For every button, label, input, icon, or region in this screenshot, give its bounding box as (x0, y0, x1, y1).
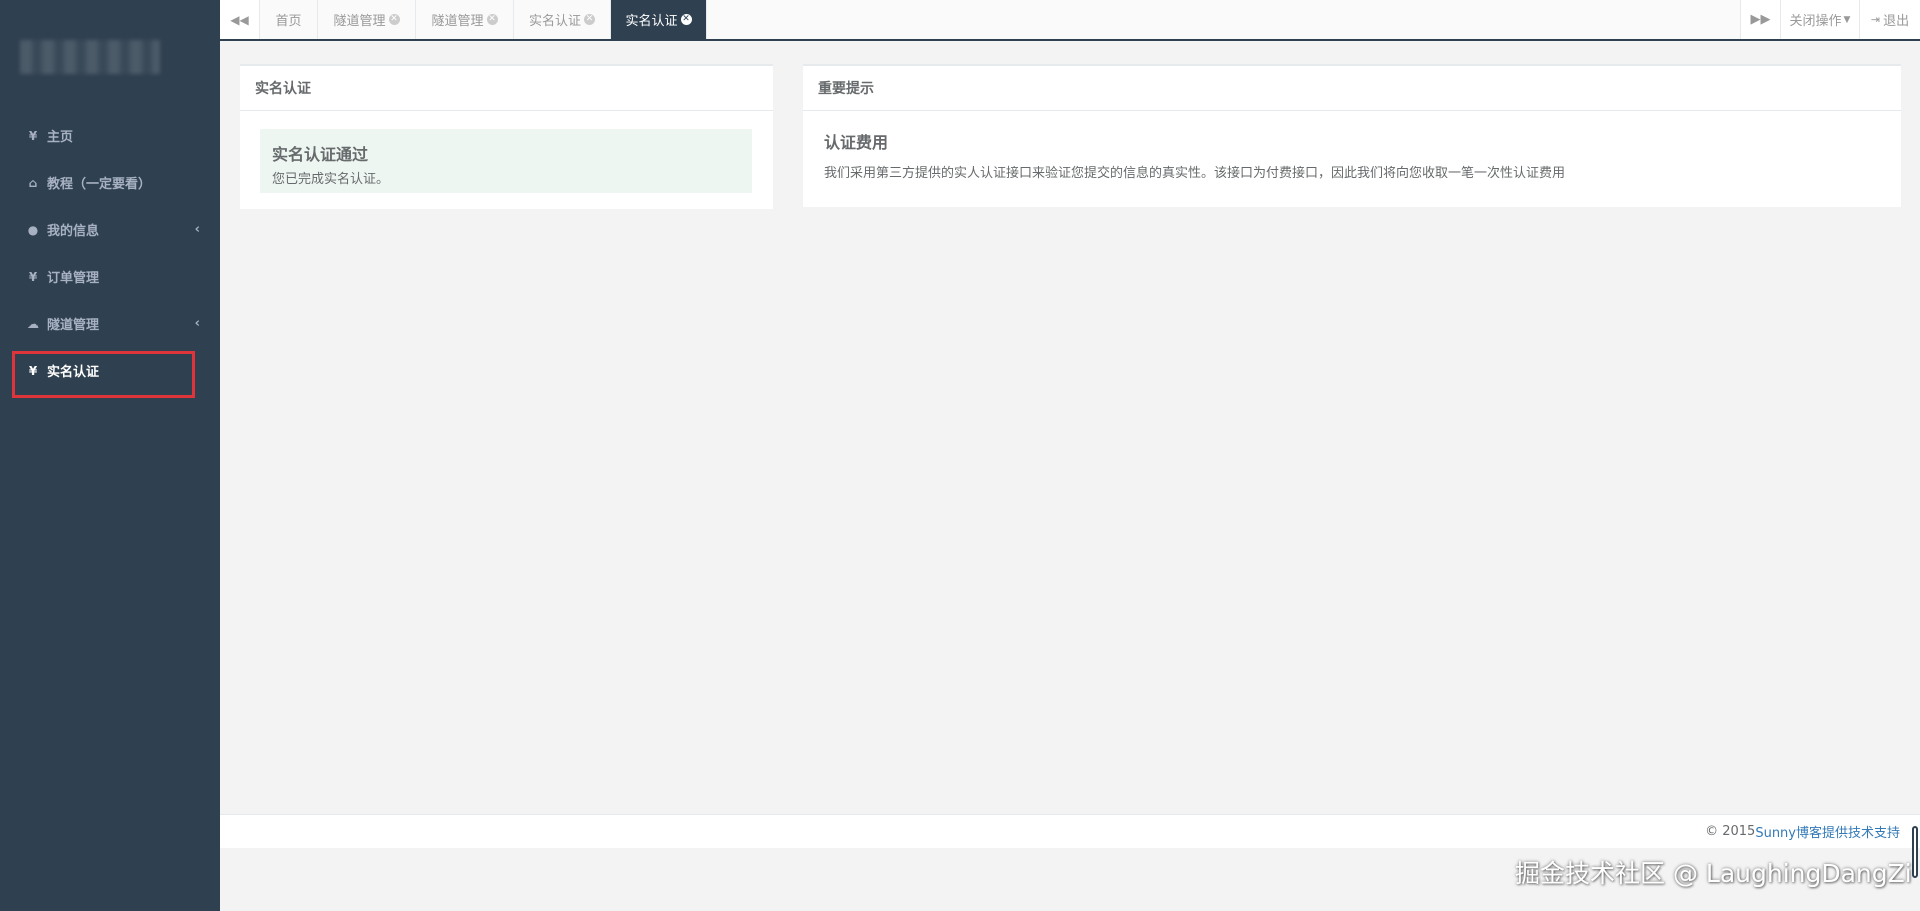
yen-icon: ¥ (28, 269, 38, 284)
tab-label: 隧道管理 (431, 14, 484, 29)
panel-title: 实名认证 (240, 66, 773, 111)
tab-label: 实名认证 (625, 14, 678, 29)
tab-bar: ◀◀ 首页 隧道管理 ✕ 隧道管理 ✕ 实名认证 ✕ 实名认证 ✕ ▶▶ 关闭操… (220, 0, 1920, 41)
tab-label: 首页 (275, 14, 302, 29)
tab-tunnels-2[interactable]: 隧道管理 ✕ (416, 0, 514, 39)
sidebar-item-real-name-auth[interactable]: ¥ 实名认证 (0, 347, 220, 398)
alert-text: 您已完成实名认证。 (272, 172, 390, 187)
scroll-tabs-left-button[interactable]: ◀◀ (220, 0, 260, 39)
close-tab-icon[interactable]: ✕ (680, 14, 692, 25)
close-tab-icon[interactable]: ✕ (388, 14, 400, 25)
tab-label: 实名认证 (528, 14, 581, 29)
tab-label: 隧道管理 (333, 14, 386, 29)
close-tab-icon[interactable]: ✕ (486, 14, 498, 25)
tab-tunnels-1[interactable]: 隧道管理 ✕ (318, 0, 416, 39)
blurred-username (20, 40, 160, 74)
chevron-left-icon: ‹ (194, 316, 200, 331)
success-alert: 实名认证通过 您已完成实名认证。 (260, 129, 752, 193)
sidebar-item-label: 教程（一定要看） (47, 177, 152, 192)
sidebar-item-orders[interactable]: ¥ 订单管理 (0, 253, 220, 300)
scroll-tabs-right-button[interactable]: ▶▶ (1740, 0, 1780, 39)
sidebar-item-label: 订单管理 (47, 271, 100, 286)
notice-text: 我们采用第三方提供的实人认证接口来验证您提交的信息的真实性。该接口为付费接口，因… (824, 166, 1566, 181)
copyright-text: © 2015 (1705, 824, 1756, 839)
sidebar-item-tunnels[interactable]: ☁ 隧道管理 ‹ (0, 300, 220, 347)
home-icon: ⌂ (28, 175, 38, 190)
panel-title: 重要提示 (803, 66, 1901, 111)
notice-heading: 认证费用 (824, 133, 889, 152)
sidebar-item-home[interactable]: ¥ 主页 (0, 112, 220, 159)
tab-home[interactable]: 首页 (260, 0, 318, 39)
notice-panel: 重要提示 认证费用 我们采用第三方提供的实人认证接口来验证您提交的信息的真实性。… (803, 64, 1901, 207)
sidebar-nav: ¥ 主页 ⌂ 教程（一定要看） ● 我的信息 ‹ ¥ 订单管理 ☁ 隧道管理 ‹… (0, 112, 220, 398)
cloud-icon: ☁ (27, 316, 39, 331)
sidebar-item-label: 我的信息 (47, 224, 100, 239)
profile-area (0, 0, 220, 108)
close-operations-dropdown[interactable]: 关闭操作 ▼ (1780, 0, 1859, 39)
yen-icon: ¥ (28, 128, 38, 143)
verification-panel: 实名认证 实名认证通过 您已完成实名认证。 (240, 64, 773, 209)
close-tab-icon[interactable]: ✕ (584, 14, 595, 25)
chevron-left-icon: ‹ (194, 222, 200, 237)
double-chevron-left-icon: ◀◀ (230, 12, 249, 27)
user-icon: ● (27, 222, 39, 237)
logout-label: 退出 (1883, 14, 1910, 29)
sign-out-icon: ⇥ (1870, 13, 1881, 26)
sidebar-item-my-info[interactable]: ● 我的信息 ‹ (0, 206, 220, 253)
tab-real-name-auth-2[interactable]: 实名认证 ✕ (611, 0, 707, 39)
double-chevron-right-icon: ▶▶ (1750, 12, 1771, 27)
tab-real-name-auth-1[interactable]: 实名认证 ✕ (514, 0, 611, 39)
main-content: 实名认证 实名认证通过 您已完成实名认证。 重要提示 认证费用 我们采用第三方提… (220, 41, 1920, 814)
yen-icon: ¥ (28, 363, 38, 378)
sidebar-item-tutorial[interactable]: ⌂ 教程（一定要看） (0, 159, 220, 206)
alert-title: 实名认证通过 (272, 145, 369, 164)
sidebar-item-label: 隧道管理 (47, 318, 100, 333)
sidebar-item-label: 主页 (47, 130, 74, 145)
footer-link[interactable]: Sunny博客提供技术支持 (1755, 822, 1900, 841)
sidebar: ¥ 主页 ⌂ 教程（一定要看） ● 我的信息 ‹ ¥ 订单管理 ☁ 隧道管理 ‹… (0, 0, 220, 911)
caret-down-icon: ▼ (1843, 14, 1851, 25)
logout-button[interactable]: ⇥ 退出 (1859, 0, 1920, 39)
sidebar-item-label: 实名认证 (47, 365, 100, 380)
scrollbar[interactable] (1912, 826, 1918, 878)
footer: © 2015 Sunny博客提供技术支持 (220, 814, 1920, 848)
watermark: 掘金技术社区 @ LaughingDangZi (1515, 859, 1912, 888)
close-operations-label: 关闭操作 (1789, 14, 1842, 29)
